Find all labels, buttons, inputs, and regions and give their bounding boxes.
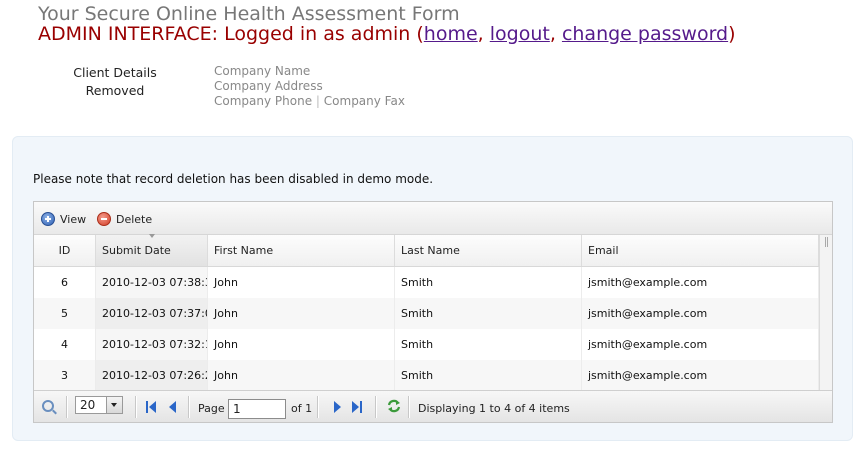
- client-details-line1: Client Details: [73, 65, 157, 80]
- cell-email: jsmith@example.com: [582, 329, 819, 360]
- column-header-first-name[interactable]: First Name: [208, 235, 395, 266]
- prev-page-icon[interactable]: [168, 400, 180, 414]
- rows-per-page-value: 20: [80, 398, 96, 412]
- link-separator: ,: [477, 23, 490, 45]
- grid-body: 6 2010-12-03 07:38:37 John Smith jsmith@…: [34, 267, 819, 391]
- table-row[interactable]: 5 2010-12-03 07:37:03 John Smith jsmith@…: [34, 298, 819, 329]
- link-separator: ,: [549, 23, 562, 45]
- column-header-last-name[interactable]: Last Name: [395, 235, 582, 266]
- cell-email: jsmith@example.com: [582, 360, 819, 391]
- vertical-scrollbar[interactable]: [819, 235, 832, 390]
- rows-per-page-select[interactable]: 20: [75, 396, 123, 414]
- company-fax: Company Fax: [323, 94, 405, 108]
- cell-id: 6: [34, 267, 96, 298]
- admin-prefix: ADMIN INTERFACE: Logged in as admin (: [38, 23, 424, 45]
- pagination-bar: 20 Page 1 of 1 Displaying 1 to 4 of 4 it…: [34, 390, 832, 422]
- cell-last-name: Smith: [395, 298, 582, 329]
- company-contact: Company Phone | Company Fax: [214, 94, 405, 109]
- pager-divider: [375, 396, 377, 418]
- pager-divider: [317, 396, 319, 418]
- column-header-email[interactable]: Email: [582, 235, 819, 266]
- pager-divider: [408, 396, 410, 418]
- page-title: Your Secure Online Health Assessment For…: [38, 3, 460, 25]
- cell-id: 4: [34, 329, 96, 360]
- table-row[interactable]: 6 2010-12-03 07:38:37 John Smith jsmith@…: [34, 267, 819, 298]
- cell-last-name: Smith: [395, 329, 582, 360]
- cell-first-name: John: [208, 360, 395, 391]
- view-button-label: View: [60, 212, 87, 226]
- demo-mode-notice: Please note that record deletion has bee…: [33, 172, 434, 186]
- pager-divider: [188, 396, 190, 418]
- cell-email: jsmith@example.com: [582, 267, 819, 298]
- delete-button[interactable]: Delete: [97, 211, 152, 227]
- cell-submit-date: 2010-12-03 07:38:37: [96, 267, 208, 298]
- change-password-link[interactable]: change password: [562, 23, 728, 45]
- cell-submit-date: 2010-12-03 07:32:14: [96, 329, 208, 360]
- client-details-label: Client Details Removed: [60, 64, 170, 100]
- table-row[interactable]: 4 2010-12-03 07:32:14 John Smith jsmith@…: [34, 329, 819, 360]
- delete-icon: [97, 212, 111, 226]
- cell-last-name: Smith: [395, 360, 582, 391]
- cell-email: jsmith@example.com: [582, 298, 819, 329]
- view-button[interactable]: View: [41, 211, 86, 227]
- company-address: Company Address: [214, 79, 323, 93]
- cell-first-name: John: [208, 298, 395, 329]
- company-name: Company Name: [214, 64, 311, 78]
- sort-indicator-icon: [149, 234, 155, 238]
- column-header-submit-date[interactable]: Submit Date: [96, 234, 208, 266]
- cell-submit-date: 2010-12-03 07:26:22: [96, 360, 208, 391]
- pager-divider: [135, 396, 137, 418]
- company-info: Company Name Company Address Company Pho…: [214, 64, 405, 109]
- records-grid: View Delete ID Submit Date First Name La…: [33, 201, 833, 423]
- column-header-id[interactable]: ID: [34, 235, 96, 266]
- scrollbar-grip[interactable]: [825, 237, 828, 247]
- pager-divider: [66, 396, 68, 418]
- search-icon[interactable]: [42, 400, 54, 412]
- page-number-input[interactable]: 1: [228, 399, 286, 419]
- grid-header: ID Submit Date First Name Last Name Emai…: [34, 234, 832, 267]
- delete-button-label: Delete: [116, 212, 153, 226]
- admin-status-line: ADMIN INTERFACE: Logged in as admin (hom…: [38, 23, 736, 45]
- cell-id: 5: [34, 298, 96, 329]
- home-link[interactable]: home: [424, 23, 478, 45]
- client-details-line2: Removed: [85, 83, 145, 98]
- cell-last-name: Smith: [395, 267, 582, 298]
- logout-link[interactable]: logout: [490, 23, 550, 45]
- refresh-icon[interactable]: [386, 398, 402, 414]
- chevron-down-icon: [106, 397, 122, 413]
- page-count-label: of 1: [291, 402, 313, 415]
- cell-submit-date: 2010-12-03 07:37:03: [96, 298, 208, 329]
- table-row[interactable]: 3 2010-12-03 07:26:22 John Smith jsmith@…: [34, 360, 819, 391]
- column-header-submit-date-label: Submit Date: [102, 244, 171, 257]
- cell-first-name: John: [208, 267, 395, 298]
- company-phone: Company Phone: [214, 94, 313, 108]
- cell-id: 3: [34, 360, 96, 391]
- next-page-icon[interactable]: [332, 400, 344, 414]
- first-page-icon[interactable]: [146, 400, 158, 414]
- page-label: Page: [198, 402, 225, 415]
- last-page-icon[interactable]: [352, 400, 364, 414]
- view-icon: [41, 212, 55, 226]
- admin-suffix: ): [728, 23, 736, 45]
- grid-toolbar: View Delete: [34, 202, 832, 235]
- contact-separator: |: [315, 94, 320, 108]
- cell-first-name: John: [208, 329, 395, 360]
- pager-status: Displaying 1 to 4 of 4 items: [418, 402, 570, 415]
